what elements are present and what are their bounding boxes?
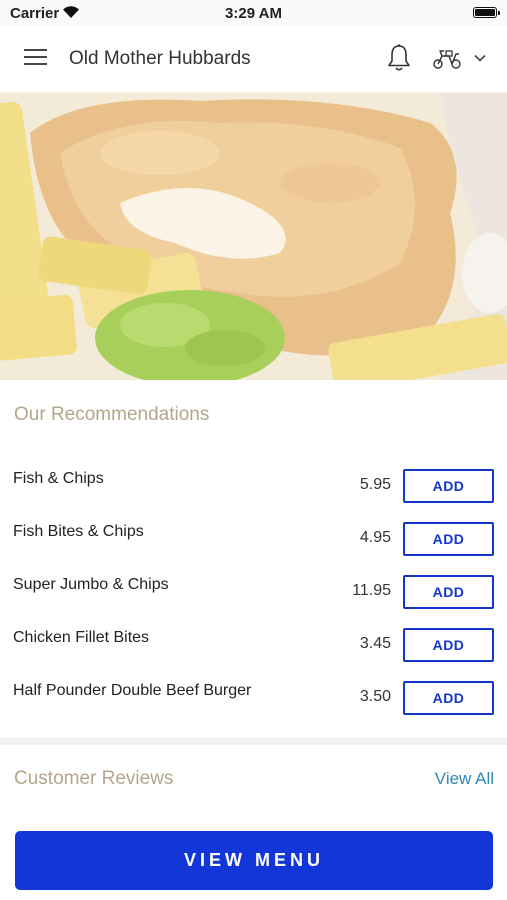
recommendations-list: Fish & Chips 5.95 ADD Fish Bites & Chips…	[0, 460, 507, 725]
item-name: Super Jumbo & Chips	[13, 576, 169, 593]
recommendations-title: Our Recommendations	[14, 404, 210, 425]
item-price: 3.45	[359, 635, 391, 652]
list-item: Super Jumbo & Chips 11.95 ADD	[0, 566, 507, 619]
scooter-icon[interactable]	[432, 48, 462, 70]
add-button[interactable]: ADD	[403, 522, 494, 556]
add-button[interactable]: ADD	[403, 575, 494, 609]
bell-icon[interactable]	[386, 43, 412, 73]
view-menu-button[interactable]: VIEW MENU	[15, 831, 493, 890]
list-item: Half Pounder Double Beef Burger 3.50 ADD	[0, 672, 507, 725]
app-header: Old Mother Hubbards	[0, 26, 507, 93]
item-price: 5.95	[359, 476, 391, 493]
list-item: Fish & Chips 5.95 ADD	[0, 460, 507, 513]
status-time: 3:29 AM	[225, 5, 282, 22]
view-all-reviews-link[interactable]: View All	[435, 769, 494, 789]
item-price: 11.95	[352, 582, 391, 599]
hamburger-menu-icon[interactable]	[24, 48, 48, 66]
item-name: Chicken Fillet Bites	[13, 629, 150, 646]
list-item: Chicken Fillet Bites 3.45 ADD	[0, 619, 507, 672]
hero-food-image	[0, 93, 507, 380]
add-button[interactable]: ADD	[403, 469, 494, 503]
section-divider	[0, 738, 507, 745]
item-price: 3.50	[359, 688, 391, 705]
restaurant-title: Old Mother Hubbards	[69, 48, 251, 69]
item-price: 4.95	[359, 529, 391, 546]
item-name: Fish Bites & Chips	[13, 523, 144, 540]
add-button[interactable]: ADD	[403, 628, 494, 662]
reviews-title: Customer Reviews	[14, 768, 174, 789]
status-bar: Carrier 3:29 AM	[0, 0, 507, 26]
add-button[interactable]: ADD	[403, 681, 494, 715]
item-name: Fish & Chips	[13, 470, 104, 487]
battery-icon	[473, 7, 500, 18]
list-item: Fish Bites & Chips 4.95 ADD	[0, 513, 507, 566]
chevron-down-icon[interactable]	[474, 54, 486, 62]
item-name: Half Pounder Double Beef Burger	[13, 682, 252, 699]
